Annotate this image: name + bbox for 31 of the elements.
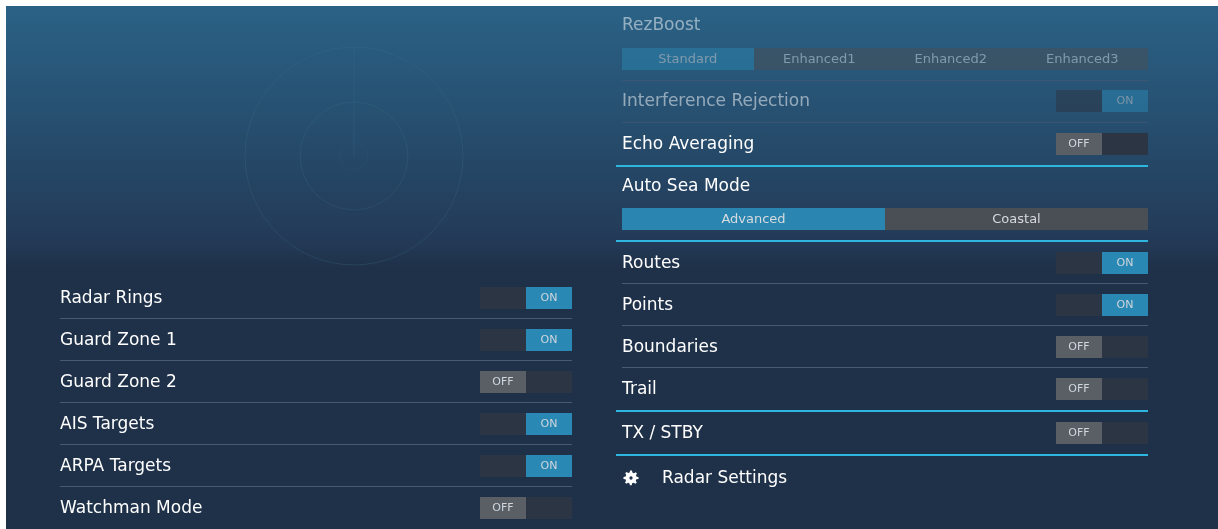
toggle-switch[interactable]: OFF	[480, 497, 572, 519]
toggle-switch[interactable]: ON	[1056, 293, 1148, 316]
toggle-switch[interactable]: ON	[480, 286, 572, 309]
setting-label: ARPA Targets	[60, 453, 172, 477]
setting-label: Radar Rings	[60, 285, 163, 309]
setting-label: TX / STBY	[622, 421, 703, 445]
setting-label: Routes	[622, 250, 681, 274]
setting-label: Guard Zone 2	[60, 369, 177, 393]
radar-settings-link[interactable]: Radar Settings	[622, 460, 788, 496]
toggle-switch[interactable]: OFF	[1056, 422, 1148, 444]
setting-label: Boundaries	[622, 334, 718, 358]
setting-label: Trail	[622, 377, 657, 401]
toggle-switch[interactable]: OFF	[1056, 378, 1148, 400]
setting-label: Auto Sea Mode	[622, 173, 751, 197]
segment-option[interactable]: Advanced	[622, 208, 885, 230]
segment-option[interactable]: Coastal	[885, 208, 1148, 230]
setting-label: Guard Zone 1	[60, 327, 177, 351]
setting-label: Watchman Mode	[60, 496, 203, 520]
setting-label: AIS Targets	[60, 411, 155, 435]
toggle-switch[interactable]: OFF	[1056, 132, 1148, 155]
toggle-switch[interactable]: OFF	[1056, 335, 1148, 358]
setting-label: Interference Rejection	[622, 89, 810, 113]
toggle-switch[interactable]: ON	[480, 454, 572, 477]
toggle-switch[interactable]: ON	[480, 412, 572, 435]
setting-label: RezBoost	[622, 13, 701, 36]
settings-icon	[622, 469, 640, 487]
setting-label: Echo Averaging	[622, 131, 755, 155]
toggle-switch[interactable]: ON	[1056, 251, 1148, 274]
toggle-switch[interactable]: ON	[480, 328, 572, 351]
setting-label: Points	[622, 292, 674, 316]
toggle-switch[interactable]: OFF	[480, 370, 572, 393]
